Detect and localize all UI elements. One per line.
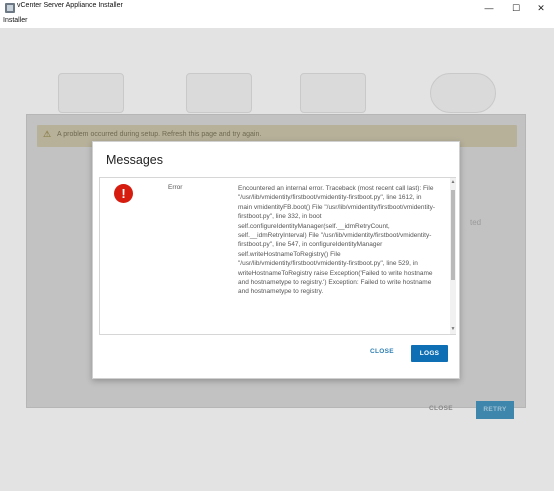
stage-illustration: [186, 73, 252, 113]
window-titlebar: vCenter Server Appliance Installer — ☐ ✕: [0, 0, 554, 17]
messages-list[interactable]: ! Error Encountered an internal error. T…: [99, 177, 456, 335]
menu-installer[interactable]: Installer: [3, 17, 28, 24]
stage-illustration: [58, 73, 124, 113]
warning-icon: ⚠: [43, 129, 52, 139]
stage-illustration: [430, 73, 496, 113]
background-close-button: CLOSE: [429, 405, 453, 412]
app-icon: [5, 3, 15, 13]
scroll-down-icon[interactable]: ▼: [450, 326, 456, 332]
dialog-title: Messages: [106, 153, 163, 167]
scroll-thumb[interactable]: [451, 190, 455, 280]
scroll-up-icon[interactable]: ▲: [450, 179, 456, 185]
maximize-icon[interactable]: ☐: [505, 0, 527, 16]
message-text: Encountered an internal error. Traceback…: [238, 185, 436, 296]
menu-bar: Installer: [0, 16, 554, 28]
error-icon: !: [114, 184, 133, 203]
close-button[interactable]: CLOSE: [370, 348, 394, 355]
background-side-label: ted: [470, 218, 482, 227]
message-severity: Error: [168, 184, 183, 191]
messages-scrollbar[interactable]: ▲ ▼: [450, 178, 456, 334]
close-window-icon[interactable]: ✕: [530, 0, 552, 16]
warning-banner-text: A problem occurred during setup. Refresh…: [57, 131, 262, 138]
stage-illustration: [300, 73, 366, 113]
background-retry-button: RETRY: [476, 401, 514, 419]
minimize-icon[interactable]: —: [478, 0, 500, 16]
messages-dialog: Messages ! Error Encountered an internal…: [92, 141, 460, 379]
logs-button[interactable]: LOGS: [411, 345, 448, 362]
window-title: vCenter Server Appliance Installer: [17, 2, 123, 9]
message-row: ! Error Encountered an internal error. T…: [99, 178, 450, 334]
